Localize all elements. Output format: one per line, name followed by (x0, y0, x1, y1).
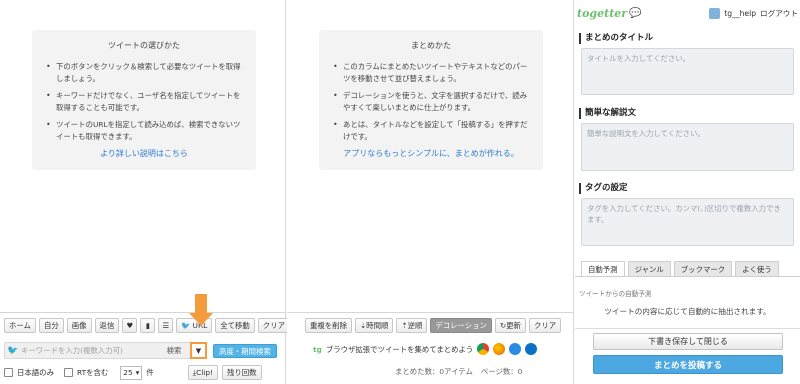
tab-info-text: ツイートの内容に応じて自動的に抽出されます。 (604, 307, 771, 316)
help-list: 下のボタンをクリック＆検索して必要なツイートを取得しましょう。 キーワードだけで… (42, 61, 246, 142)
speech-bubble-icon: 💬 (629, 7, 642, 19)
logout-link[interactable]: ログアウト (760, 8, 798, 19)
chevron-down-icon: ▾ (135, 368, 140, 377)
summary-column: まとめかた このカラムにまとめたいツイートやテキストなどのパーツを移動させて並び… (287, 0, 574, 384)
settings-panel: togetter 💬 tg__help ログアウト まとめのタイトル タイトルを… (575, 0, 800, 384)
togetter-icon: tg (313, 344, 322, 354)
description-input[interactable]: 簡単な説明文を入力してください。 (581, 123, 794, 171)
highlight-arrow-icon (189, 294, 213, 332)
time-order-button[interactable]: ⇣ 時間順 (354, 318, 394, 333)
divider (575, 328, 800, 329)
refresh-button[interactable]: ↻ 更新 (494, 318, 526, 333)
search-toolbar: ホーム 自分 画像 返信 ♥ ▮ ☰ 🐦 URL 全て移動 クリア 🐦 キーワード… (0, 312, 290, 384)
help-item: このカラムにまとめたいツイートやテキストなどのパーツを移動させて並び替えましょう… (329, 61, 533, 84)
extension-text: ブラウザ拡張でツイートを集めてまとめよう (325, 344, 474, 354)
tab-frequent[interactable]: よく使う (735, 261, 779, 276)
tab-bookmark[interactable]: ブックマーク (673, 261, 733, 276)
list-icon[interactable]: ☰ (158, 318, 174, 333)
safari-icon[interactable] (509, 343, 522, 355)
bookmark-icon[interactable]: ▮ (140, 318, 156, 333)
move-all-button[interactable]: 全て移動 (215, 318, 255, 333)
self-button[interactable]: 自分 (38, 318, 64, 333)
app-link[interactable]: アプリならもっとシンプルに、まとめが作れる。 (329, 148, 533, 159)
help-title: ツイートの選びかた (108, 41, 180, 50)
clear-button[interactable]: クリア (257, 318, 290, 333)
summary-item-count: まとめた数：0アイテム (395, 367, 473, 376)
page-count: ページ数：0 (480, 367, 523, 376)
panel-header: togetter 💬 tg__help ログアウト (575, 0, 800, 26)
japanese-only-label: 日本語のみ (17, 368, 54, 377)
help-item: キーワードだけでなく、ユーザ名を指定してツイートを取得することも可能です。 (42, 90, 246, 113)
remove-duplicates-button[interactable]: 重複を削除 (305, 318, 352, 333)
decoration-button[interactable]: デコレーション (430, 318, 492, 333)
tab-genre[interactable]: ジャンル (627, 261, 671, 276)
remaining-count-button[interactable]: 残り回数 (222, 365, 262, 380)
summary-toolbar: 重複を削除 ⇣ 時間順 ⇡ 逆順 デコレーション ↻ 更新 クリア tg ブラウザ拡張… (287, 312, 573, 384)
togetter-logo[interactable]: togetter (577, 7, 627, 20)
user-menu: tg__help ログアウト (709, 7, 798, 19)
firefox-icon[interactable] (493, 343, 506, 355)
tab-auto-predict[interactable]: 自動予測 (581, 261, 625, 276)
username[interactable]: tg__help (724, 9, 756, 18)
include-rt-label: RTを含む (76, 368, 109, 377)
twitter-bird-icon: 🐦 (7, 345, 19, 356)
help-item: 下のボタンをクリック＆検索して必要なツイートを取得しましょう。 (42, 61, 246, 84)
tweet-selection-help: ツイートの選びかた 下のボタンをクリック＆検索して必要なツイートを取得しましょう… (32, 30, 256, 170)
japanese-only-checkbox[interactable] (4, 368, 13, 377)
home-button[interactable]: ホーム (4, 318, 36, 333)
help-item: ツイートのURLを指定して読み込めば、検索できないツイートも取得できます。 (42, 119, 246, 142)
browser-extension-banner[interactable]: tg ブラウザ拡張でツイートを集めてまとめよう (313, 343, 538, 355)
tag-section-label: タグの設定 (579, 183, 628, 194)
save-draft-button[interactable]: 下書き保存して閉じる (593, 333, 783, 350)
advanced-search-button[interactable]: 高度・期間検索 (213, 344, 277, 358)
title-section-label: まとめのタイトル (579, 33, 653, 44)
avatar[interactable] (709, 7, 721, 19)
tweet-search-column: ツイートの選びかた 下のボタンをクリック＆検索して必要なツイートを取得しましょう… (0, 0, 290, 384)
title-input[interactable]: タイトルを入力してください。 (581, 48, 794, 95)
tab-description: ツイートからの自動予測 (579, 290, 652, 298)
description-section-label: 簡単な解説文 (579, 108, 636, 119)
search-dropdown-button[interactable]: ▼ (190, 342, 207, 359)
image-button[interactable]: 画像 (66, 318, 92, 333)
reverse-order-button[interactable]: ⇡ 逆順 (396, 318, 428, 333)
summary-help: まとめかた このカラムにまとめたいツイートやテキストなどのパーツを移動させて並び… (319, 30, 543, 170)
count-select[interactable]: 25 ▾ (120, 365, 143, 380)
tag-input[interactable]: タグを入力してください。カンマ(、)区切りで複数入力できます。 (581, 198, 794, 246)
tag-tabs: 自動予測 ジャンル ブックマーク よく使う (581, 261, 779, 276)
post-button[interactable]: まとめを投稿する (593, 355, 783, 374)
chrome-icon[interactable] (477, 343, 490, 355)
help-list: このカラムにまとめたいツイートやテキストなどのパーツを移動させて並び替えましょう… (329, 61, 533, 142)
tab-divider (575, 276, 800, 277)
help-item: デコレーションを使うと、文字を選択するだけで、読みやすくて楽しいまとめに仕上がり… (329, 90, 533, 113)
count-unit-label: 件 (146, 368, 154, 377)
favorite-heart-icon[interactable]: ♥ (122, 318, 138, 333)
clear-button[interactable]: クリア (528, 318, 562, 333)
clip-button[interactable]: ⤓ Clip! (187, 365, 218, 380)
help-more-link[interactable]: より詳しい説明はこちら (42, 148, 246, 159)
include-rt-checkbox[interactable] (63, 368, 73, 377)
help-title: まとめかた (411, 41, 451, 50)
help-item: あとは、タイトルなどを設定して「投稿する」を押すだけです。 (329, 119, 533, 142)
search-button[interactable]: 検索 (160, 342, 188, 359)
reply-button[interactable]: 返信 (94, 318, 120, 333)
edge-icon[interactable] (525, 343, 538, 355)
